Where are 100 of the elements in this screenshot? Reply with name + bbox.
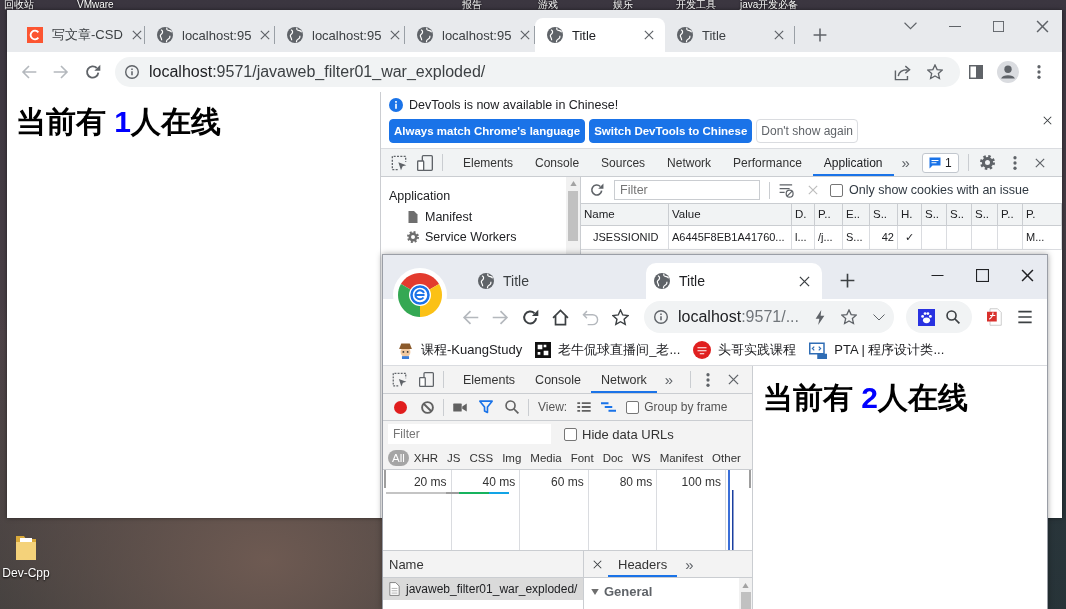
column-header[interactable]: Name bbox=[581, 204, 669, 226]
sidebar-item[interactable]: Service Workers bbox=[389, 227, 566, 247]
type-filter-button[interactable]: Manifest bbox=[655, 450, 708, 466]
menu-icon[interactable] bbox=[1017, 309, 1033, 325]
more-tabs-button[interactable]: » bbox=[677, 556, 702, 572]
overview-handle[interactable] bbox=[384, 470, 386, 488]
type-filter-button[interactable]: WS bbox=[628, 450, 655, 466]
device-toolbar-icon[interactable] bbox=[417, 154, 433, 171]
more-tabs-button[interactable]: » bbox=[656, 372, 682, 387]
paw-icon[interactable] bbox=[917, 308, 935, 326]
devtools-tab[interactable]: Sources bbox=[590, 149, 657, 176]
column-header[interactable]: S.. bbox=[922, 204, 947, 226]
star-icon[interactable] bbox=[841, 309, 857, 325]
bookmark[interactable]: 老牛侃球直播间_老... bbox=[535, 341, 681, 359]
infobar-button[interactable]: Don't show again bbox=[756, 118, 858, 143]
filter-field[interactable]: Filter bbox=[614, 180, 760, 200]
type-filter-button[interactable]: Other bbox=[708, 450, 745, 466]
devtools-tab[interactable]: Performance bbox=[722, 149, 813, 176]
pdf-icon[interactable] bbox=[987, 308, 1002, 326]
device-toolbar-icon[interactable] bbox=[419, 372, 434, 387]
devtools-tab[interactable]: Application bbox=[812, 149, 894, 176]
browser-tab[interactable]: Title bbox=[535, 18, 665, 52]
search-icon[interactable] bbox=[505, 400, 519, 414]
close-icon[interactable] bbox=[799, 275, 810, 287]
info-icon[interactable] bbox=[125, 65, 139, 79]
devtools-tab[interactable]: Console bbox=[524, 149, 591, 176]
column-header[interactable]: E.. bbox=[843, 204, 870, 226]
plus-icon[interactable] bbox=[840, 273, 855, 288]
close-icon[interactable] bbox=[1021, 268, 1034, 282]
address-bar[interactable]: localhost:9571/javaweb_filter01_war_exploded/ bbox=[115, 57, 960, 87]
devtools-tab[interactable]: Elements bbox=[452, 149, 525, 176]
inspect-element-icon[interactable] bbox=[391, 154, 407, 171]
issues-button[interactable]: 1 bbox=[921, 152, 959, 173]
desktop-icon-label[interactable]: Dev-Cpp bbox=[2, 566, 50, 580]
info-icon[interactable] bbox=[654, 310, 668, 324]
details-tab[interactable]: Headers bbox=[608, 551, 678, 577]
column-header[interactable]: P. bbox=[1023, 204, 1062, 226]
column-header[interactable]: Name bbox=[383, 551, 583, 578]
desktop-icon-label[interactable]: VMware bbox=[77, 0, 114, 10]
record-icon[interactable] bbox=[394, 400, 407, 414]
desktop-icon-label[interactable]: 游戏 bbox=[538, 0, 558, 10]
bookmark[interactable]: 头哥实践课程 bbox=[693, 341, 797, 359]
column-header[interactable]: D. bbox=[792, 204, 815, 226]
type-filter-button[interactable]: Doc bbox=[598, 450, 628, 466]
column-header[interactable]: P.. bbox=[998, 204, 1023, 226]
browser-tab[interactable]: localhost:95 bbox=[275, 18, 405, 52]
waterfall-icon[interactable] bbox=[601, 402, 617, 412]
close-icon[interactable] bbox=[593, 559, 602, 569]
devtools-tab[interactable]: Elements bbox=[453, 366, 526, 393]
infobar-button[interactable]: Always match Chrome's language bbox=[389, 118, 586, 143]
browser-tab[interactable]: Title bbox=[665, 18, 795, 52]
inspect-element-icon[interactable] bbox=[392, 372, 407, 387]
infobar-button[interactable]: Switch DevTools to Chinese bbox=[589, 118, 753, 143]
filter-field[interactable]: Filter bbox=[388, 424, 551, 444]
folder-icon[interactable] bbox=[14, 534, 38, 562]
close-icon[interactable] bbox=[1043, 115, 1052, 125]
type-filter-button[interactable]: Media bbox=[526, 450, 566, 466]
video-camera-icon[interactable] bbox=[453, 402, 467, 412]
type-filter-button[interactable]: CSS bbox=[465, 450, 498, 466]
search-icon[interactable] bbox=[946, 310, 961, 324]
browser-tab[interactable]: Title bbox=[646, 263, 822, 299]
type-filter-button[interactable]: Img bbox=[498, 450, 526, 466]
type-filter-button[interactable]: JS bbox=[443, 450, 465, 466]
column-header[interactable]: S.. bbox=[947, 204, 972, 226]
column-header[interactable]: P.. bbox=[815, 204, 843, 226]
column-header[interactable]: H. bbox=[898, 204, 922, 226]
column-header[interactable]: S.. bbox=[972, 204, 998, 226]
more-options-icon[interactable] bbox=[1037, 65, 1041, 79]
desktop-icon-label[interactable]: 娱乐 bbox=[613, 0, 633, 10]
desktop-icon-label[interactable]: 开发工具 bbox=[676, 0, 716, 10]
reload-icon[interactable] bbox=[522, 308, 539, 326]
more-tabs-button[interactable]: » bbox=[893, 155, 918, 170]
bookmark[interactable]: 课程-KuangStudy bbox=[397, 341, 523, 359]
column-header[interactable]: Value bbox=[669, 204, 792, 226]
desktop-icon-label[interactable]: 报告 bbox=[462, 0, 482, 10]
lightning-icon[interactable] bbox=[815, 309, 825, 325]
star-icon[interactable] bbox=[612, 308, 629, 326]
maximize-icon[interactable] bbox=[976, 268, 989, 282]
reload-icon[interactable] bbox=[85, 64, 101, 80]
overview-handle[interactable] bbox=[749, 470, 751, 488]
sidebar-item[interactable]: Manifest bbox=[389, 207, 566, 227]
section-header[interactable]: General bbox=[591, 584, 739, 599]
more-options-icon[interactable] bbox=[706, 372, 711, 387]
block-icon[interactable] bbox=[421, 400, 434, 414]
address-bar[interactable]: localhost:9571/... bbox=[644, 301, 894, 333]
filter-icon[interactable] bbox=[479, 400, 493, 414]
star-icon[interactable] bbox=[927, 64, 943, 80]
avatar-icon[interactable] bbox=[997, 61, 1019, 83]
bookmark[interactable]: PTA | 程序设计类... bbox=[809, 341, 945, 359]
search-box[interactable] bbox=[906, 301, 972, 333]
reload-icon[interactable] bbox=[590, 183, 604, 197]
type-filter-button[interactable]: XHR bbox=[409, 450, 443, 466]
checkbox[interactable] bbox=[626, 400, 640, 414]
type-filter-button[interactable]: Font bbox=[566, 450, 598, 466]
side-panel-icon[interactable] bbox=[969, 65, 983, 79]
list-view-icon[interactable] bbox=[577, 402, 592, 412]
share-icon[interactable] bbox=[894, 63, 911, 81]
home-icon[interactable] bbox=[552, 308, 569, 326]
clear-filter-icon[interactable] bbox=[779, 182, 794, 198]
browser-tab[interactable]: localhost:95 bbox=[405, 18, 535, 52]
